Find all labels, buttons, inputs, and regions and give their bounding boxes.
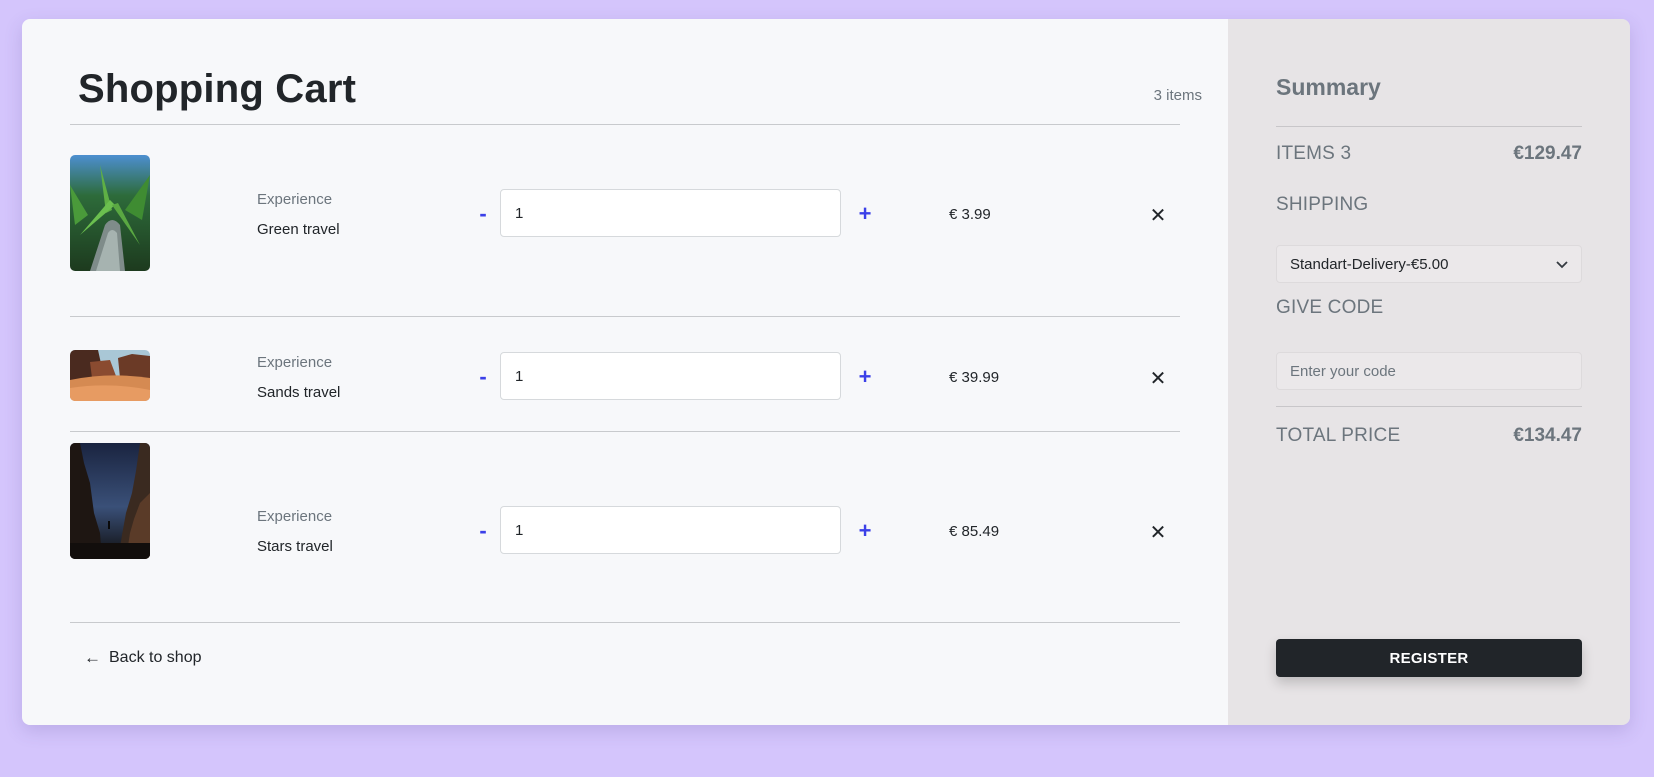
quantity-input[interactable]	[500, 189, 841, 237]
divider	[70, 622, 1180, 623]
items-label: ITEMS 3	[1276, 143, 1352, 164]
cart-item: Experience Green travel - + € 3.99 ✕	[70, 155, 1180, 271]
page-title: Shopping Cart	[78, 67, 357, 111]
cart-card: Shopping Cart 3 items Experience Green t…	[22, 19, 1630, 725]
increase-quantity-button[interactable]: +	[853, 516, 877, 546]
decrease-quantity-button[interactable]: -	[471, 516, 495, 546]
divider	[70, 124, 1180, 125]
total-price-label: TOTAL PRICE	[1276, 425, 1401, 446]
register-button[interactable]: REGISTER	[1276, 639, 1582, 677]
chevron-down-icon	[1556, 256, 1568, 273]
remove-item-button[interactable]: ✕	[1148, 206, 1168, 226]
shipping-select[interactable]: Standart-Delivery-€5.00	[1276, 245, 1582, 283]
jungle-photo	[70, 155, 150, 271]
items-total: €129.47	[1513, 143, 1582, 164]
item-category: Experience	[257, 354, 333, 371]
back-to-shop-label: Back to shop	[109, 649, 202, 666]
divider	[70, 316, 1180, 317]
remove-item-button[interactable]: ✕	[1148, 369, 1168, 389]
item-category: Experience	[257, 508, 333, 525]
increase-quantity-button[interactable]: +	[853, 362, 877, 392]
code-label: GIVE CODE	[1276, 297, 1384, 318]
item-category: Experience	[257, 191, 333, 208]
cart-panel: Shopping Cart 3 items Experience Green t…	[22, 19, 1228, 725]
remove-item-button[interactable]: ✕	[1148, 523, 1168, 543]
decrease-quantity-button[interactable]: -	[471, 362, 495, 392]
item-price: € 39.99	[949, 369, 1000, 386]
desert-photo	[70, 350, 150, 401]
item-price: € 85.49	[949, 523, 1000, 540]
canyon-night-photo	[70, 443, 150, 559]
divider	[1276, 126, 1582, 127]
item-name: Stars travel	[257, 538, 333, 555]
code-input[interactable]	[1276, 352, 1582, 390]
cart-item: Experience Sands travel - + € 39.99 ✕	[70, 333, 1180, 417]
total-price-value: €134.47	[1513, 425, 1582, 446]
item-count: 3 items	[1153, 87, 1202, 104]
decrease-quantity-button[interactable]: -	[471, 199, 495, 229]
back-to-shop-link[interactable]: ← Back to shop	[84, 648, 202, 668]
shipping-label: SHIPPING	[1276, 194, 1369, 215]
divider	[70, 431, 1180, 432]
item-name: Sands travel	[257, 384, 341, 401]
divider	[1276, 406, 1582, 407]
shipping-selected-value: Standart-Delivery-€5.00	[1290, 255, 1449, 273]
quantity-input[interactable]	[500, 506, 841, 554]
item-price: € 3.99	[949, 206, 991, 223]
summary-title: Summary	[1276, 74, 1381, 100]
arrow-left-icon: ←	[84, 648, 101, 667]
increase-quantity-button[interactable]: +	[853, 199, 877, 229]
item-name: Green travel	[257, 221, 340, 238]
quantity-input[interactable]	[500, 352, 841, 400]
summary-panel: Summary ITEMS 3 €129.47 SHIPPING Standar…	[1228, 19, 1630, 725]
cart-item: Experience Stars travel - + € 85.49 ✕	[70, 443, 1180, 559]
